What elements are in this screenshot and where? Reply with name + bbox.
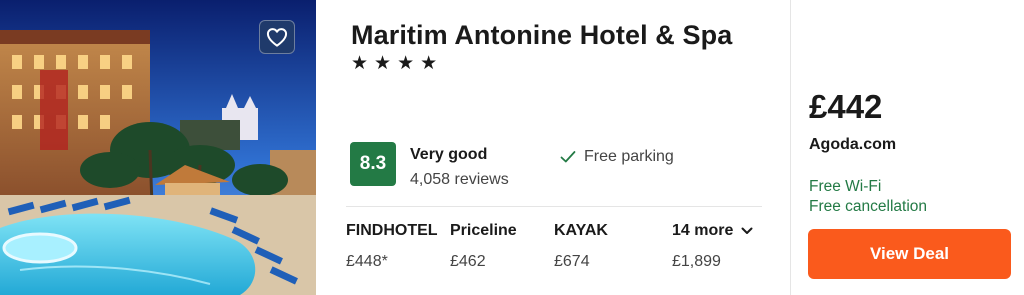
amenity-label: Free parking <box>584 148 674 165</box>
offer-provider: Priceline <box>450 222 517 239</box>
heart-icon <box>266 28 288 47</box>
offer-provider: FINDHOTEL <box>346 222 438 239</box>
star-icon: ★ <box>374 52 392 74</box>
star-rating: ★ ★ ★ ★ <box>351 54 437 73</box>
deal-perk-cancellation: Free cancellation <box>809 198 928 215</box>
hotel-details: Maritim Antonine Hotel & Spa ★ ★ ★ ★ 8.3… <box>316 0 790 295</box>
star-icon: ★ <box>397 52 415 74</box>
best-deal: £442 Agoda.com Free Wi-Fi Free cancellat… <box>791 0 1024 295</box>
offer-price: £448* <box>346 253 388 270</box>
review-count[interactable]: 4,058 reviews <box>410 171 509 189</box>
deal-provider[interactable]: Agoda.com <box>809 136 896 154</box>
hotel-photo[interactable] <box>0 0 316 295</box>
rating-score-badge[interactable]: 8.3 <box>350 142 396 186</box>
offer-priceline[interactable]: Priceline £462 <box>450 222 517 271</box>
divider <box>346 206 762 207</box>
chevron-down-icon <box>741 227 753 234</box>
deal-perk-wifi: Free Wi-Fi <box>809 178 882 195</box>
deal-price[interactable]: £442 <box>809 88 882 126</box>
offer-findhotel[interactable]: FINDHOTEL £448* <box>346 222 438 271</box>
offer-kayak[interactable]: KAYAK £674 <box>554 222 608 271</box>
favorite-button[interactable] <box>259 20 295 54</box>
star-icon: ★ <box>420 52 438 74</box>
check-icon <box>560 151 576 163</box>
view-deal-button[interactable]: View Deal <box>808 229 1011 279</box>
hotel-result-card: Maritim Antonine Hotel & Spa ★ ★ ★ ★ 8.3… <box>0 0 1024 295</box>
amenity-item: Free parking <box>560 148 674 166</box>
more-offers-price: £1,899 <box>672 253 721 270</box>
star-icon: ★ <box>351 52 369 74</box>
more-offers[interactable]: 14 more £1,899 <box>672 222 753 271</box>
more-offers-button[interactable]: 14 more <box>672 222 753 240</box>
more-offers-label: 14 more <box>672 222 734 239</box>
offer-provider: KAYAK <box>554 222 608 239</box>
other-offers: FINDHOTEL £448* Priceline £462 KAYAK £67… <box>346 222 766 282</box>
rating-label: Very good <box>410 146 488 163</box>
hotel-name[interactable]: Maritim Antonine Hotel & Spa <box>351 20 732 51</box>
offer-price: £462 <box>450 253 486 270</box>
offer-price: £674 <box>554 253 590 270</box>
